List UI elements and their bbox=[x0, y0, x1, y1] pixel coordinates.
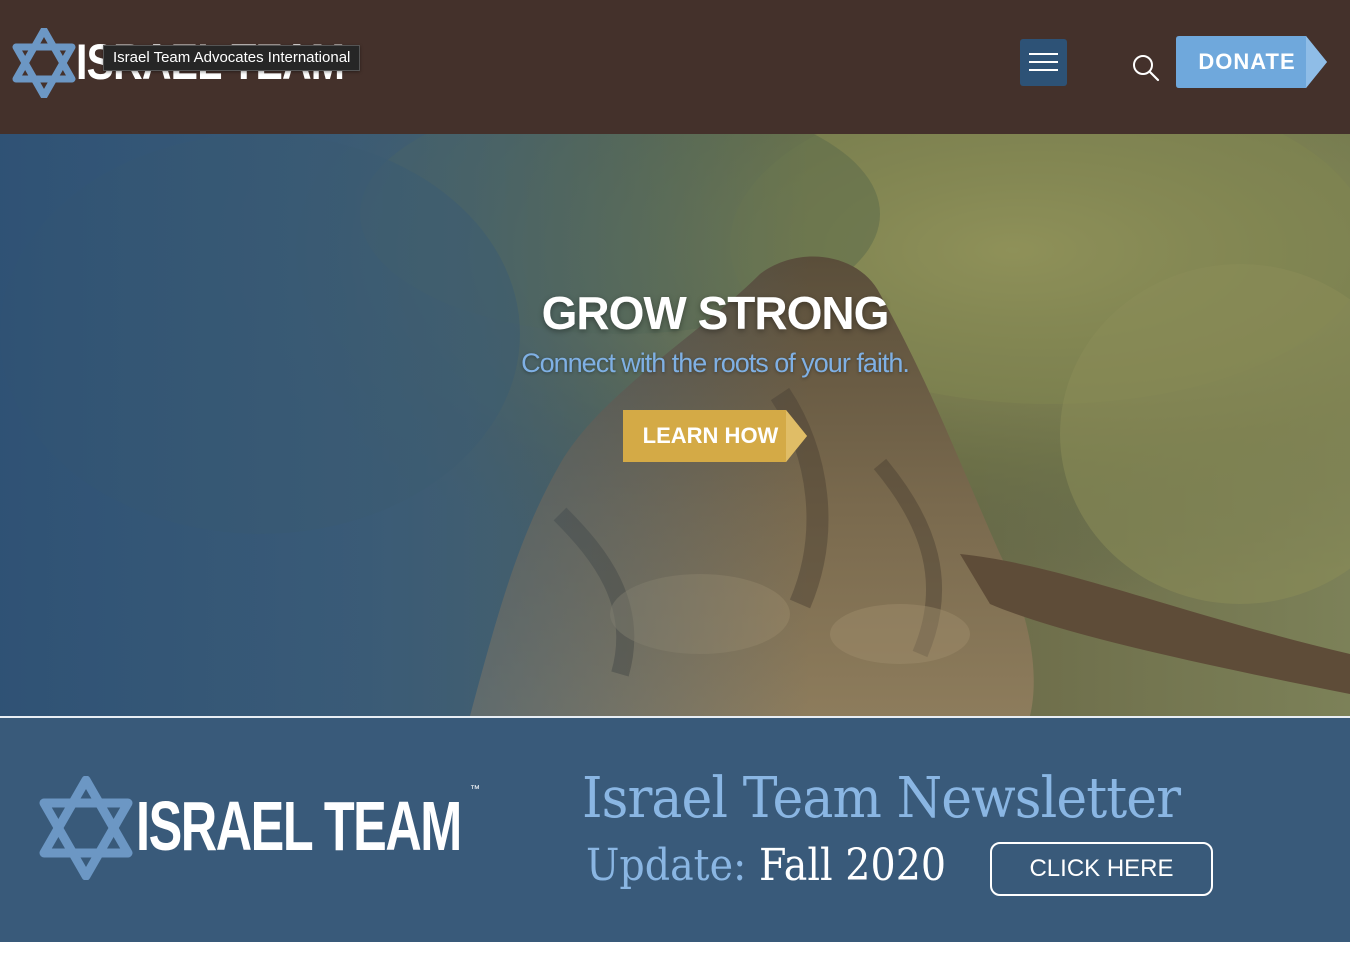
newsletter-logo-wordmark: ISRAEL TEAM bbox=[136, 787, 462, 865]
hero-banner: GROW STRONG Connect with the roots of yo… bbox=[0, 134, 1350, 716]
search-icon[interactable] bbox=[1130, 52, 1160, 82]
site-header: ISRAEL TEAM Israel Team Advocates Intern… bbox=[0, 0, 1350, 134]
newsletter-logo: ISRAEL TEAM ™ bbox=[38, 776, 498, 886]
click-here-button[interactable]: CLICK HERE bbox=[990, 842, 1213, 896]
learn-how-button[interactable]: LEARN HOW bbox=[623, 410, 807, 462]
donate-button[interactable]: DONATE bbox=[1176, 36, 1327, 88]
newsletter-update-label: Update: bbox=[586, 840, 747, 891]
hero-title: GROW STRONG bbox=[541, 287, 890, 339]
newsletter-title: Israel Team Newsletter bbox=[582, 766, 1181, 831]
newsletter-season: Fall 2020 bbox=[758, 840, 947, 891]
newsletter-banner[interactable]: ISRAEL TEAM ™ Israel Team Newsletter Upd… bbox=[0, 718, 1350, 942]
star-of-david-icon bbox=[39, 776, 133, 880]
hero-subtitle: Connect with the roots of your faith. bbox=[521, 348, 910, 378]
trademark-symbol: ™ bbox=[470, 784, 480, 795]
learn-how-label: LEARN HOW bbox=[642, 423, 779, 448]
logo-tooltip: Israel Team Advocates International bbox=[103, 45, 361, 71]
star-of-david-icon bbox=[12, 28, 76, 98]
hamburger-menu-icon bbox=[1029, 53, 1058, 55]
donate-label: DONATE bbox=[1198, 49, 1296, 74]
newsletter-update: Update: Fall 2020 bbox=[586, 836, 946, 896]
hamburger-menu-button[interactable] bbox=[1020, 39, 1067, 86]
